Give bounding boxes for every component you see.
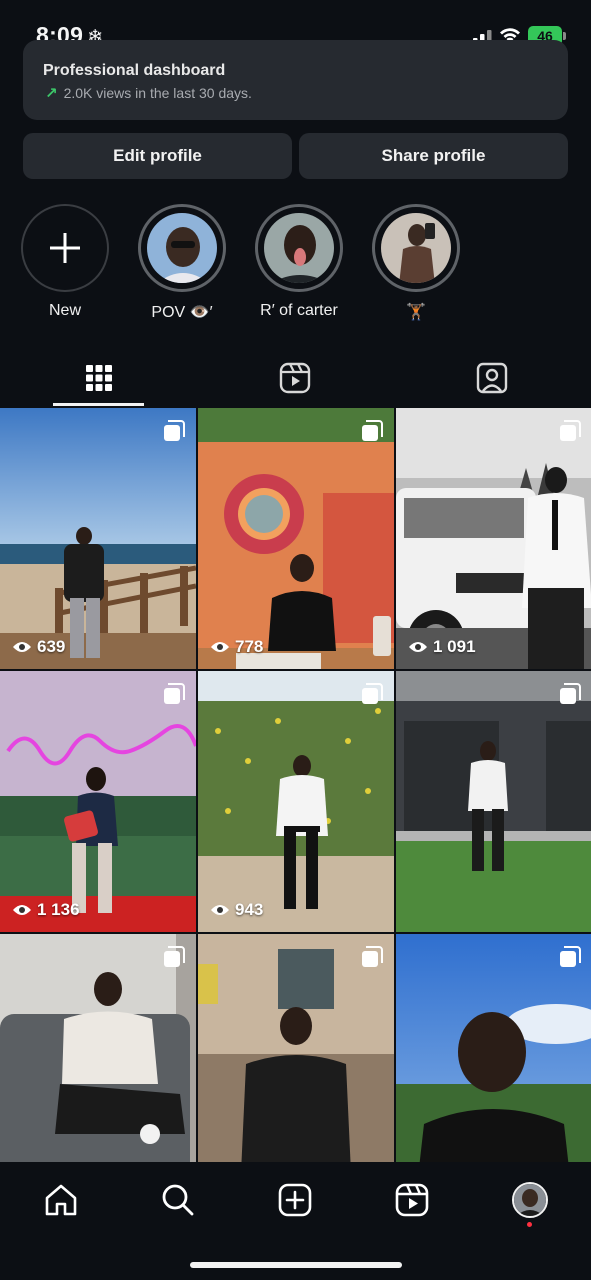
eye-icon [211,642,229,652]
battery-tip [563,32,566,40]
carousel-icon [560,683,581,704]
highlight-cover-image [147,213,217,283]
professional-dashboard-card[interactable]: Professional dashboard ↗ 2.0K views in t… [23,40,568,120]
highlight-ring[interactable] [372,204,460,292]
active-tab-indicator [53,403,144,406]
dashboard-views-text: 2.0K views in the last 30 days. [63,85,252,101]
home-icon [45,1184,77,1216]
post-tile[interactable] [198,934,394,1162]
eye-icon [211,905,229,915]
view-count: 1 091 [408,637,476,657]
carousel-icon [362,420,383,441]
highlight-cover-image [381,213,451,283]
plus-icon [50,233,80,263]
post-tile[interactable]: 943 [198,671,394,932]
carousel-icon [164,420,185,441]
highlight-r-of-carter[interactable]: R′ of carter [253,204,345,320]
posts-grid-icon [86,365,112,391]
reels-icon [279,362,311,394]
highlight-new[interactable]: New [19,204,111,320]
highlight-cover-image [264,213,334,283]
notification-dot [527,1222,532,1227]
search-icon [162,1184,194,1216]
eye-icon [409,642,427,652]
post-tile[interactable] [0,934,196,1162]
nav-search[interactable] [156,1178,200,1222]
carousel-icon [362,946,383,967]
reels-icon [395,1183,429,1217]
new-highlight-ring[interactable] [21,204,109,292]
highlight-label: New [48,302,81,319]
view-count: 778 [210,637,263,657]
tab-tagged[interactable] [446,352,538,404]
profile-avatar [512,1182,548,1218]
post-tile[interactable]: 1 091 [396,408,591,669]
carousel-icon [560,946,581,967]
post-tile[interactable]: 639 [0,408,196,669]
nav-home[interactable] [39,1178,83,1222]
edit-profile-button[interactable]: Edit profile [23,133,292,179]
eye-icon [13,905,31,915]
highlight-ring[interactable] [255,204,343,292]
highlight-label: POV 👁️′ [151,304,213,321]
highlight-label: 🏋🏾 [406,304,426,321]
view-count: 943 [210,900,263,920]
trend-up-icon: ↗ [45,85,58,102]
post-tile[interactable] [396,671,591,932]
create-post-icon [278,1183,312,1217]
carousel-icon [362,683,383,704]
home-indicator [190,1262,402,1268]
nav-reels[interactable] [390,1178,434,1222]
posts-grid: 639 778 1 091 1 136 943 [0,408,591,1162]
tagged-icon [476,362,508,394]
view-count: 1 136 [12,900,80,920]
tab-reels[interactable] [249,352,341,404]
carousel-icon [164,946,185,967]
profile-tabs [0,352,591,408]
share-profile-button[interactable]: Share profile [299,133,568,179]
dashboard-subtitle: ↗ 2.0K views in the last 30 days. [45,84,252,102]
post-tile[interactable] [396,934,591,1162]
eye-icon [13,642,31,652]
carousel-icon [164,683,185,704]
post-tile[interactable]: 778 [198,408,394,669]
carousel-icon [560,420,581,441]
highlight-label: R′ of carter [260,302,338,319]
view-count: 639 [12,637,65,657]
post-tile[interactable]: 1 136 [0,671,196,932]
dashboard-title: Professional dashboard [43,62,226,79]
highlight-gym[interactable]: 🏋🏾 [370,204,462,322]
highlight-ring[interactable] [138,204,226,292]
highlight-pov[interactable]: POV 👁️′ [136,204,228,322]
nav-create[interactable] [273,1178,317,1222]
tab-posts-grid[interactable] [53,352,145,404]
nav-profile[interactable] [508,1178,552,1222]
